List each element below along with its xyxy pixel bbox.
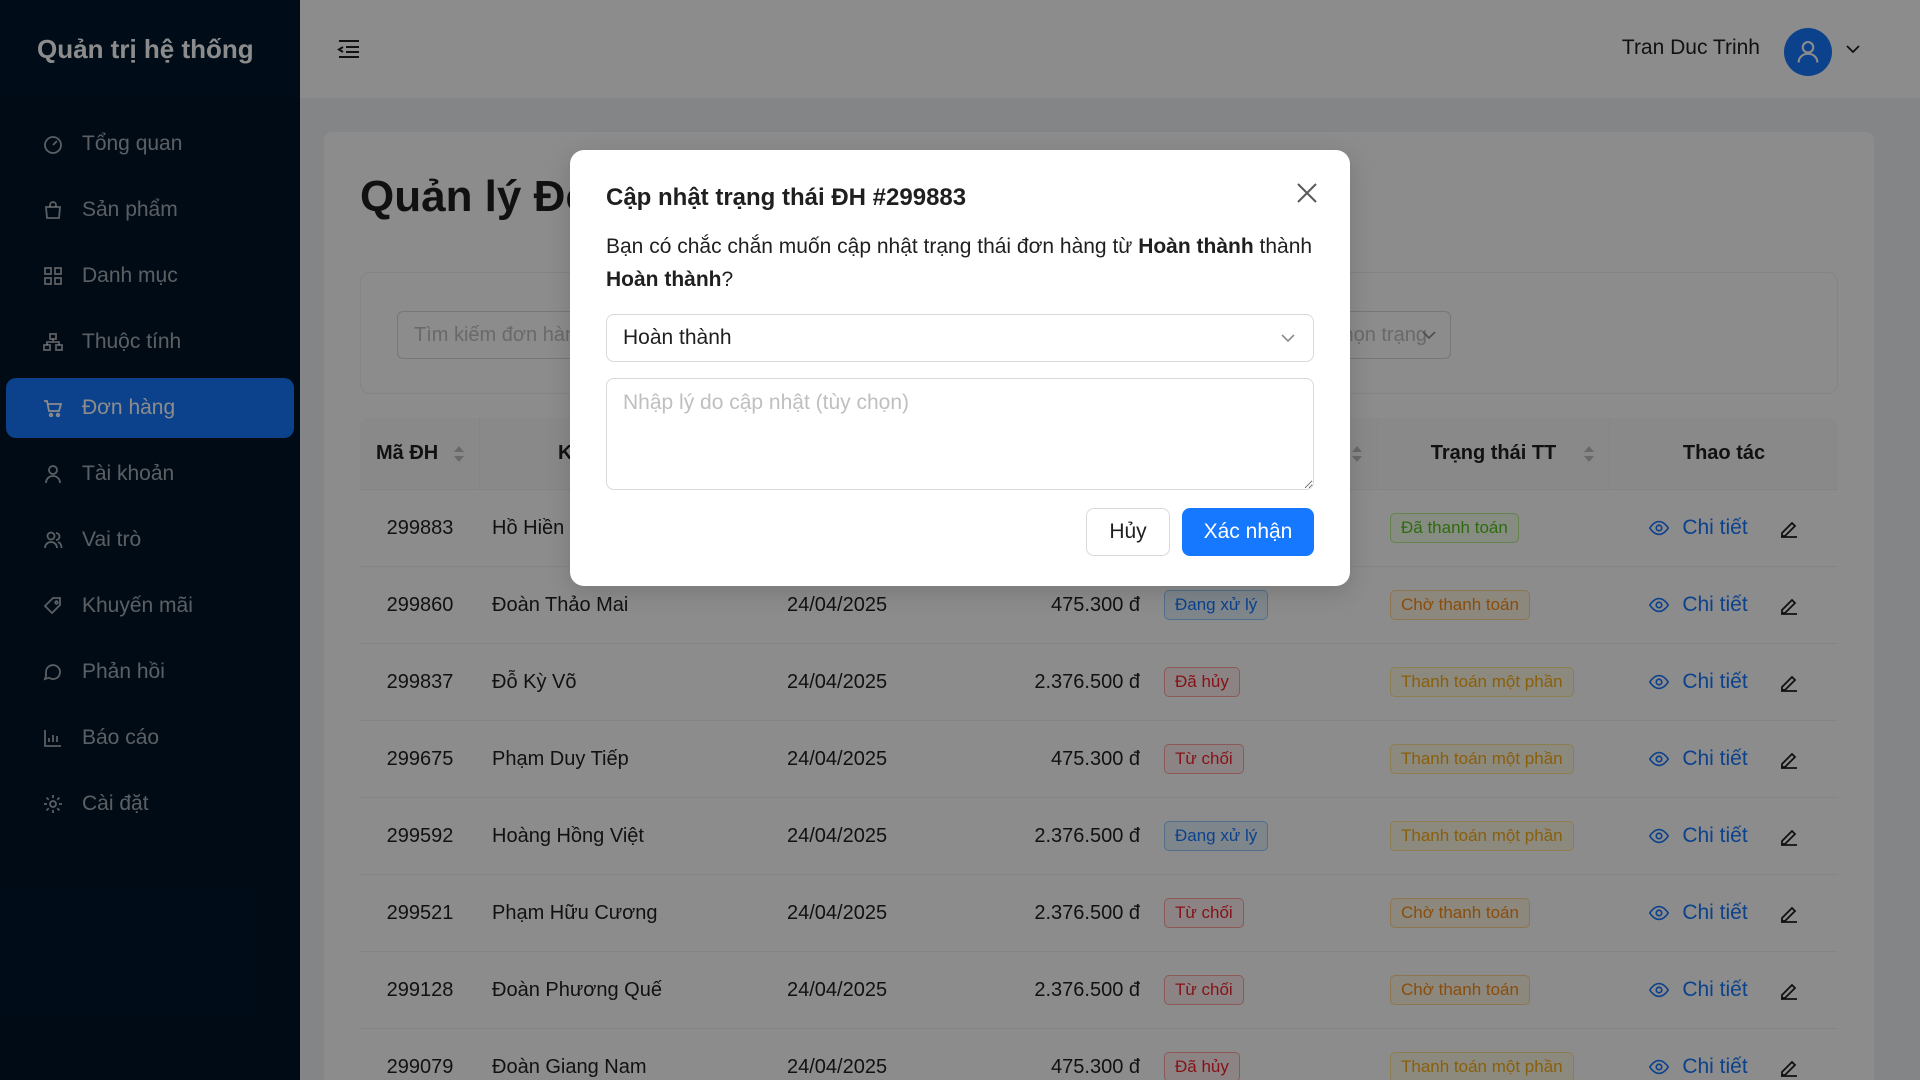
status-select-value: Hoàn thành [623, 326, 732, 349]
chevron-down-icon [1279, 329, 1297, 347]
to-status: Hoàn thành [606, 268, 722, 291]
status-select[interactable]: Hoàn thành [606, 314, 1314, 362]
modal-message: Bạn có chắc chắn muốn cập nhật trạng thá… [606, 230, 1316, 296]
from-status: Hoàn thành [1138, 235, 1254, 258]
close-icon[interactable] [1294, 180, 1320, 206]
message-prefix: Bạn có chắc chắn muốn cập nhật trạng thá… [606, 235, 1139, 258]
update-status-modal: Cập nhật trạng thái ĐH #299883 Bạn có ch… [570, 150, 1350, 586]
reason-textarea[interactable] [606, 378, 1314, 490]
modal-title: Cập nhật trạng thái ĐH #299883 [606, 184, 967, 211]
message-middle: thành [1253, 235, 1313, 258]
message-suffix: ? [721, 268, 734, 291]
confirm-button[interactable]: Xác nhận [1182, 508, 1314, 556]
cancel-button[interactable]: Hủy [1086, 508, 1170, 556]
